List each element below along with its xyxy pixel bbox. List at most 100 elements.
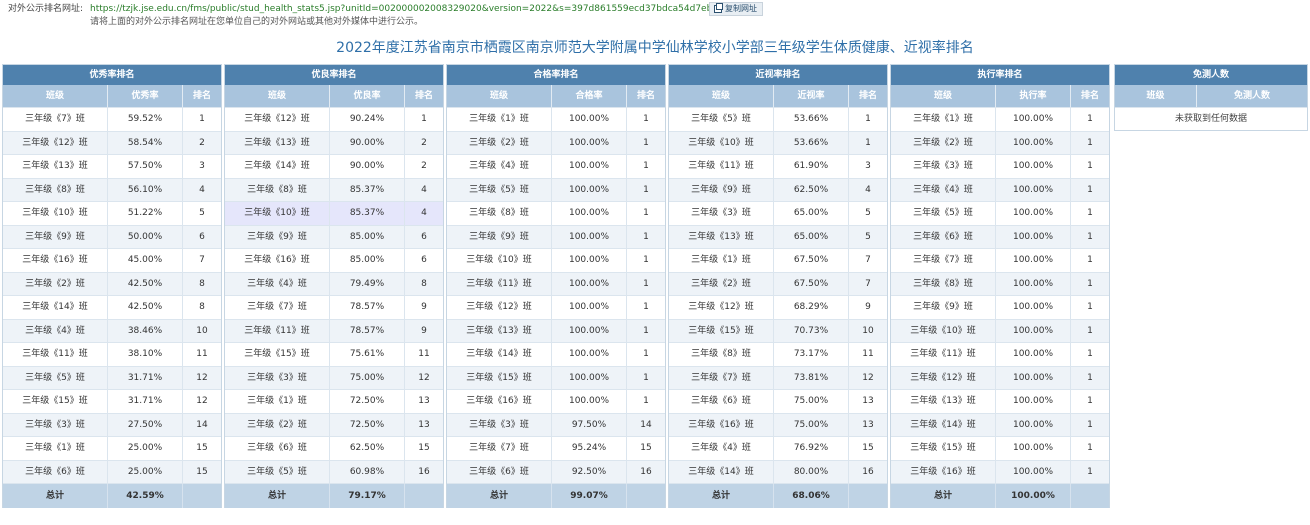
cell-class: 三年级《10》班 [225, 202, 330, 225]
total-label: 总计 [225, 484, 330, 508]
table-row: 三年级《11》班 100.00% 1 [447, 271, 665, 295]
table-row: 三年级《5》班 100.00% 1 [447, 177, 665, 201]
table-row: 三年级《16》班 85.00% 6 [225, 248, 443, 272]
total-row: 总计 100.00% [891, 483, 1109, 508]
cell-rate: 62.50% [330, 437, 405, 460]
public-url-link[interactable]: https://tzjk.jse.edu.cn/fms/public/stud_… [90, 3, 751, 15]
table-row: 三年级《16》班 100.00% 1 [447, 389, 665, 413]
cell-class: 三年级《16》班 [447, 390, 552, 413]
cell-class: 三年级《4》班 [669, 437, 774, 460]
table-row: 三年级《4》班 100.00% 1 [447, 154, 665, 178]
cell-rank: 8 [421, 278, 427, 289]
table-row: 三年级《16》班 100.00% 1 [891, 459, 1109, 483]
cell-rate: 100.00% [552, 131, 627, 154]
cell-rank: 5 [865, 231, 871, 242]
cell-rank: 15 [862, 443, 874, 453]
cell-class: 三年级《12》班 [669, 296, 774, 319]
table-title: 优秀率排名 [3, 65, 221, 85]
cell-rank: 1 [421, 114, 427, 124]
cell-rate: 100.00% [996, 225, 1071, 248]
table-header-row: 班级 优秀率 排名 [3, 85, 221, 107]
cell-rank: 1 [1087, 137, 1093, 148]
cell-rank: 1 [1087, 443, 1093, 453]
cell-class: 三年级《10》班 [447, 249, 552, 272]
cell-rate: 97.50% [552, 413, 627, 436]
cell-rate: 76.92% [774, 437, 849, 460]
table-header-row: 班级 优良率 排名 [225, 85, 443, 107]
table-row: 三年级《14》班 100.00% 1 [447, 342, 665, 366]
cell-rank: 13 [862, 396, 874, 406]
header-rank: 排名 [858, 91, 877, 101]
cell-class: 三年级《9》班 [447, 225, 552, 248]
cell-class: 三年级《8》班 [891, 272, 996, 295]
total-row: 总计 42.59% [3, 483, 221, 508]
cell-rate: 100.00% [996, 202, 1071, 225]
table-row: 三年级《1》班 100.00% 1 [891, 107, 1109, 131]
cell-rate: 25.00% [108, 460, 183, 483]
table-row: 三年级《11》班 78.57% 9 [225, 318, 443, 342]
cell-class: 三年级《6》班 [669, 390, 774, 413]
cell-rank: 1 [643, 114, 649, 124]
cell-rank: 7 [865, 278, 871, 289]
cell-class: 三年级《5》班 [891, 202, 996, 225]
exempt-header-class: 班级 [1115, 85, 1197, 107]
cell-class: 三年级《2》班 [225, 413, 330, 436]
cell-class: 三年级《14》班 [225, 155, 330, 178]
exempt-empty-message: 未获取到任何数据 [1115, 107, 1307, 130]
header-rank: 排名 [414, 91, 433, 101]
cell-rate: 95.24% [552, 437, 627, 460]
total-row: 总计 79.17% [225, 483, 443, 508]
cell-rate: 61.90% [774, 155, 849, 178]
cell-rate: 100.00% [552, 343, 627, 366]
total-label: 总计 [447, 484, 552, 508]
cell-rate: 79.49% [330, 272, 405, 295]
cell-class: 三年级《11》班 [225, 319, 330, 342]
cell-rank: 6 [199, 231, 205, 242]
cell-class: 三年级《5》班 [3, 366, 108, 389]
cell-rank: 12 [862, 372, 874, 383]
publish-notice: 请将上面的对外公示排名网址在您单位自己的对外网站或其他对外媒体中进行公示。 [90, 17, 424, 27]
cell-class: 三年级《14》班 [891, 413, 996, 436]
cell-rank: 1 [865, 114, 871, 124]
header-class: 班级 [447, 85, 552, 107]
cell-class: 三年级《4》班 [3, 319, 108, 342]
table-row: 三年级《4》班 79.49% 8 [225, 271, 443, 295]
cell-class: 三年级《7》班 [3, 108, 108, 131]
cell-class: 三年级《1》班 [891, 108, 996, 131]
cell-class: 三年级《13》班 [669, 225, 774, 248]
cell-class: 三年级《5》班 [669, 108, 774, 131]
total-value: 100.00% [996, 484, 1071, 508]
cell-class: 三年级《4》班 [447, 155, 552, 178]
table-title: 执行率排名 [891, 65, 1109, 85]
execution-rate-table: 执行率排名 班级 执行率 排名 三年级《1》班 100.00% 1 三年级《2》班 100.00… [890, 64, 1110, 508]
cell-rate: 25.00% [108, 437, 183, 460]
table-row: 三年级《14》班 90.00% 2 [225, 154, 443, 178]
table-row: 三年级《12》班 90.24% 1 [225, 107, 443, 131]
table-row: 三年级《12》班 58.54% 2 [3, 130, 221, 154]
table-row: 三年级《15》班 75.61% 11 [225, 342, 443, 366]
cell-rate: 50.00% [108, 225, 183, 248]
cell-rank: 10 [862, 325, 874, 336]
cell-rate: 100.00% [996, 413, 1071, 436]
header-rank: 排名 [192, 91, 211, 101]
cell-rate: 100.00% [996, 296, 1071, 319]
header-rate: 执行率 [996, 85, 1071, 107]
cell-rate: 60.98% [330, 460, 405, 483]
cell-class: 三年级《7》班 [891, 249, 996, 272]
cell-class: 三年级《3》班 [225, 366, 330, 389]
copy-url-button[interactable]: 复制网址 [709, 2, 763, 16]
cell-rank: 3 [865, 161, 871, 171]
table-row: 三年级《9》班 100.00% 1 [447, 224, 665, 248]
table-row: 三年级《10》班 100.00% 1 [447, 248, 665, 272]
table-row: 三年级《16》班 45.00% 7 [3, 248, 221, 272]
cell-rate: 78.57% [330, 296, 405, 319]
cell-rate: 45.00% [108, 249, 183, 272]
cell-rate: 58.54% [108, 131, 183, 154]
table-row: 三年级《3》班 97.50% 14 [447, 412, 665, 436]
excellent-rate-table: 优秀率排名 班级 优秀率 排名 三年级《7》班 59.52% 1 三年级《12》班 58.54%… [2, 64, 222, 508]
cell-class: 三年级《4》班 [891, 178, 996, 201]
total-value: 79.17% [330, 484, 405, 508]
table-row: 三年级《2》班 42.50% 8 [3, 271, 221, 295]
cell-rate: 51.22% [108, 202, 183, 225]
cell-rank: 1 [1087, 302, 1093, 312]
